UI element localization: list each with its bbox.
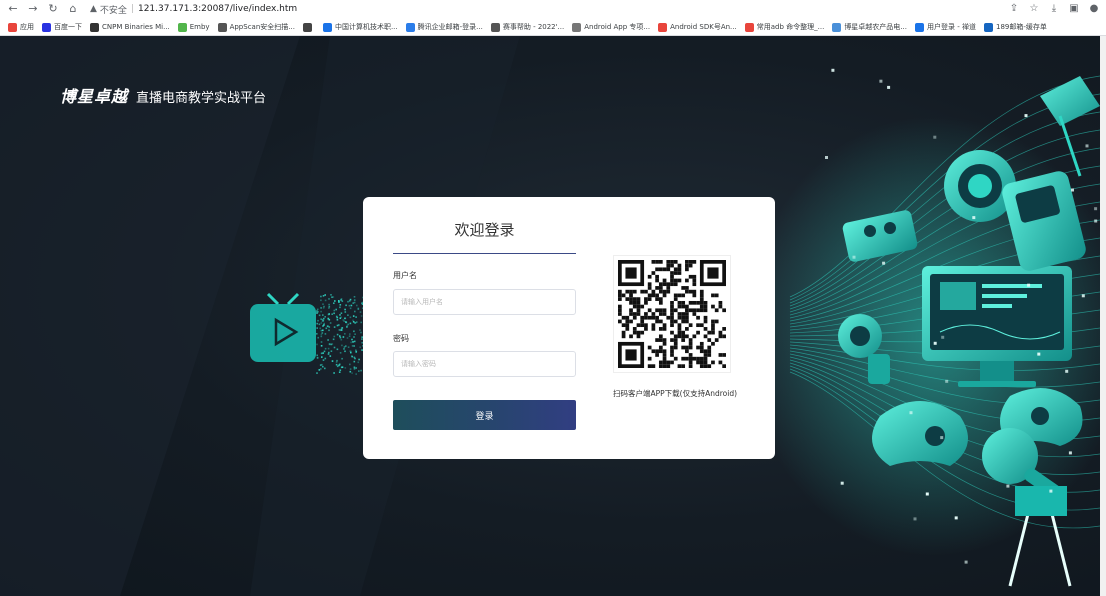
bookmark-item[interactable]: 常用adb 命令整理_...	[744, 22, 825, 32]
forward-arrow-icon[interactable]: →	[26, 2, 40, 16]
password-input[interactable]	[393, 351, 576, 377]
bookmark-favicon-icon	[490, 22, 500, 32]
browser-chrome: ← → ↻ ⌂ ▲ 不安全 | 121.37.171.3:20087/live/…	[0, 0, 1106, 36]
sidebar-icon[interactable]: ▣	[1066, 2, 1082, 16]
reload-icon[interactable]: ↻	[46, 2, 60, 16]
toolbar-actions: ⇪ ☆ ⤓ ▣ ●	[1002, 2, 1102, 16]
login-page-background: 博星卓越 直播电商教学实战平台 欢迎登录 用户名 密码 登录 扫码客户端APP下…	[0, 36, 1100, 596]
platform-subtitle: 直播电商教学实战平台	[136, 91, 267, 106]
bookmark-label: CNPM Binaries Mi...	[102, 23, 170, 31]
site-logo: 博星卓越 直播电商教学实战平台	[60, 83, 266, 107]
bookmark-item[interactable]: AppScan安全扫描...	[217, 22, 295, 32]
share-icon[interactable]: ⇪	[1006, 2, 1022, 16]
password-label: 密码	[393, 334, 409, 343]
login-title: 欢迎登录	[454, 221, 515, 239]
bookmark-label: AppScan安全扫描...	[229, 23, 295, 31]
bookmark-favicon-icon	[572, 22, 582, 32]
back-arrow-icon[interactable]: ←	[6, 2, 20, 16]
bookmark-item[interactable]	[302, 22, 315, 32]
qr-caption: 扫码客户端APP下载(仅支持Android)	[612, 389, 738, 398]
bookmark-favicon-icon	[832, 22, 842, 32]
bookmark-label: Android SDK号An...	[670, 23, 737, 31]
title-underline	[393, 253, 576, 254]
bookmark-label: 中国计算机技术职...	[334, 23, 398, 31]
bookmark-item[interactable]: 189邮箱-缓存单	[983, 22, 1047, 32]
scrollbar[interactable]	[1100, 36, 1106, 596]
easel-illustration	[1008, 486, 1072, 587]
url-text[interactable]: 121.37.171.3:20087/live/index.htm	[138, 4, 297, 14]
bookmark-favicon-icon	[658, 22, 668, 32]
bookmark-favicon-icon	[744, 22, 754, 32]
bookmark-favicon-icon	[217, 22, 227, 32]
download-icon[interactable]: ⤓	[1046, 2, 1062, 16]
star-icon[interactable]: ☆	[1026, 2, 1042, 16]
bookmark-item[interactable]: Android App 专项...	[572, 22, 650, 32]
profile-icon[interactable]: ●	[1086, 2, 1102, 16]
login-card: 欢迎登录 用户名 密码 登录 扫码客户端APP下载(仅支持Android)	[363, 197, 775, 459]
bookmark-label: 应用	[20, 23, 34, 31]
username-label: 用户名	[393, 271, 417, 280]
tv-play-icon	[250, 292, 316, 362]
bookmark-label: 百度一下	[54, 23, 82, 31]
bookmark-item[interactable]: 中国计算机技术职...	[322, 22, 398, 32]
bookmark-label: Emby	[189, 23, 210, 31]
bookmark-item[interactable]: 腾讯企业邮箱-登录...	[405, 22, 483, 32]
bookmark-favicon-icon	[983, 22, 993, 32]
warning-icon: ▲	[90, 4, 97, 14]
security-label: 不安全	[99, 5, 127, 16]
bookmark-favicon-icon	[915, 22, 924, 32]
login-button[interactable]: 登录	[393, 400, 576, 430]
bookmark-label: 赛事帮助 - 2022'...	[502, 23, 565, 31]
bookmark-label: Android App 专项...	[584, 23, 651, 31]
bookmark-favicon-icon	[8, 22, 17, 32]
bookmark-label: 常用adb 命令整理_...	[756, 23, 825, 31]
bookmark-item[interactable]: 用户登录 - 禅道	[915, 22, 976, 32]
username-input[interactable]	[393, 289, 576, 315]
qr-code-image	[618, 260, 726, 368]
bookmark-item[interactable]: 博星卓越农产品电...	[832, 22, 907, 32]
bookmark-label: 博星卓越农产品电...	[844, 23, 907, 31]
bookmark-favicon-icon	[90, 22, 99, 32]
bookmark-favicon-icon	[177, 22, 187, 32]
bookmark-favicon-icon	[42, 22, 51, 32]
bookmark-label: 腾讯企业邮箱-登录...	[417, 23, 483, 31]
bookmark-label: 用户登录 - 禅道	[927, 23, 976, 31]
bookmark-item[interactable]: 百度一下	[42, 22, 82, 32]
bookmark-favicon-icon	[322, 22, 332, 32]
bookmark-item[interactable]: 赛事帮助 - 2022'...	[490, 22, 565, 32]
app-download-qr-code	[613, 255, 731, 373]
bookmark-item[interactable]: 应用	[8, 22, 34, 32]
bookmark-item[interactable]: Android SDK号An...	[658, 22, 737, 32]
browser-toolbar: ← → ↻ ⌂ ▲ 不安全 | 121.37.171.3:20087/live/…	[0, 0, 1106, 18]
address-bar[interactable]: ▲ 不安全 | 121.37.171.3:20087/live/index.ht…	[90, 1, 297, 17]
bookmark-favicon-icon	[302, 22, 312, 32]
home-icon[interactable]: ⌂	[66, 2, 80, 16]
brand-name: 博星卓越	[60, 87, 129, 106]
bookmark-item[interactable]: Emby	[177, 22, 210, 32]
bookmark-label: 189邮箱-缓存单	[995, 23, 1047, 31]
address-separator: |	[130, 4, 134, 14]
bookmark-item[interactable]: CNPM Binaries Mi...	[90, 22, 170, 32]
bookmarks-bar: 应用 百度一下 CNPM Binaries Mi... Emby AppScan安全扫描…	[0, 19, 1106, 35]
bookmark-favicon-icon	[405, 22, 415, 32]
